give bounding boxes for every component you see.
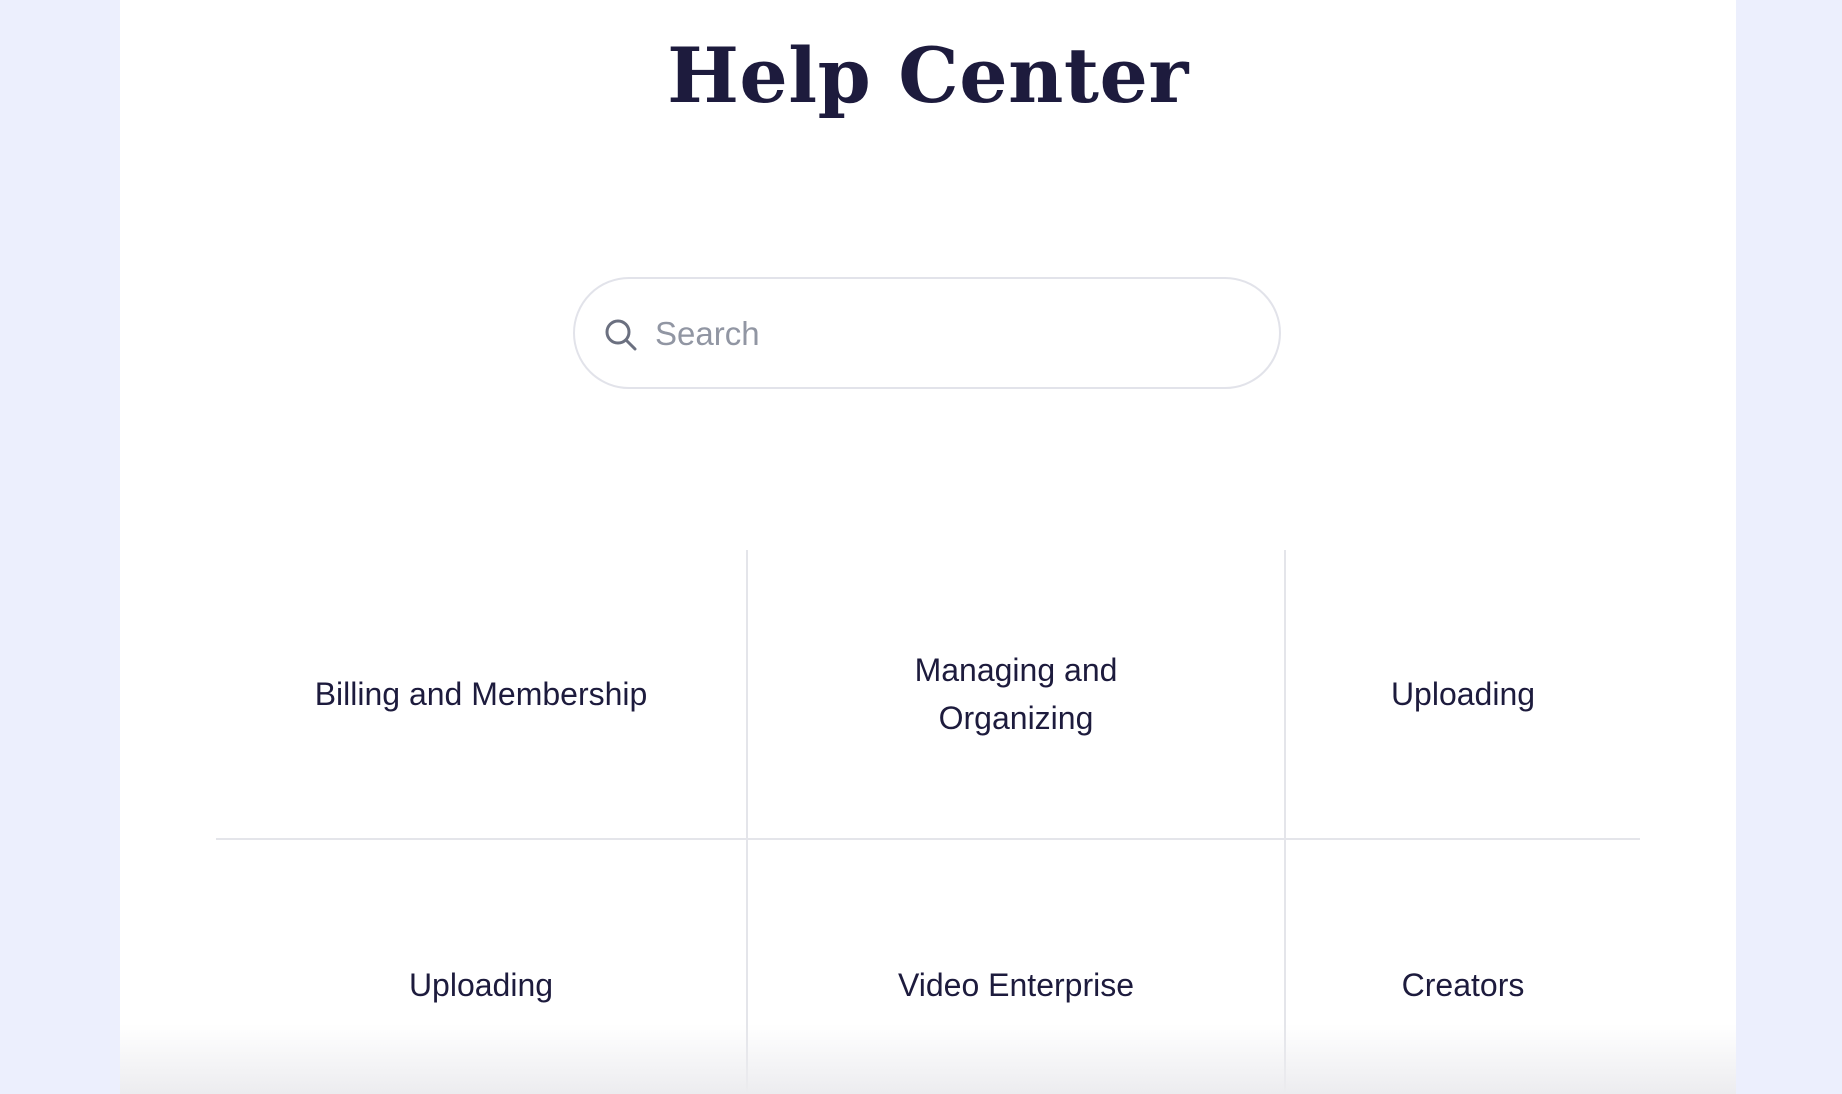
- category-creators[interactable]: Creators: [1284, 840, 1640, 1094]
- category-label: Uploading: [408, 967, 554, 1003]
- page-title: Help Center: [667, 31, 1189, 120]
- help-center-page: Help Center Billing and Membership Manag…: [120, 0, 1736, 1094]
- category-label: Billing and Membership: [314, 676, 648, 712]
- category-label: Creators: [1401, 967, 1525, 1003]
- category-uploading[interactable]: Uploading: [1284, 550, 1640, 840]
- search-box[interactable]: [573, 277, 1281, 389]
- search-input[interactable]: [655, 299, 1255, 369]
- category-grid: Billing and Membership Managing and Orga…: [216, 550, 1640, 1094]
- category-billing-and-membership[interactable]: Billing and Membership: [216, 550, 746, 840]
- category-label: Uploading: [1390, 676, 1536, 712]
- category-label: Video Enterprise: [898, 967, 1134, 1003]
- category-uploading-2[interactable]: Uploading: [216, 840, 746, 1094]
- category-video-enterprise[interactable]: Video Enterprise: [746, 840, 1284, 1094]
- category-label: Managing and Organizing: [914, 652, 1118, 736]
- category-managing-and-organizing[interactable]: Managing and Organizing: [746, 550, 1284, 840]
- search-icon: [605, 319, 637, 351]
